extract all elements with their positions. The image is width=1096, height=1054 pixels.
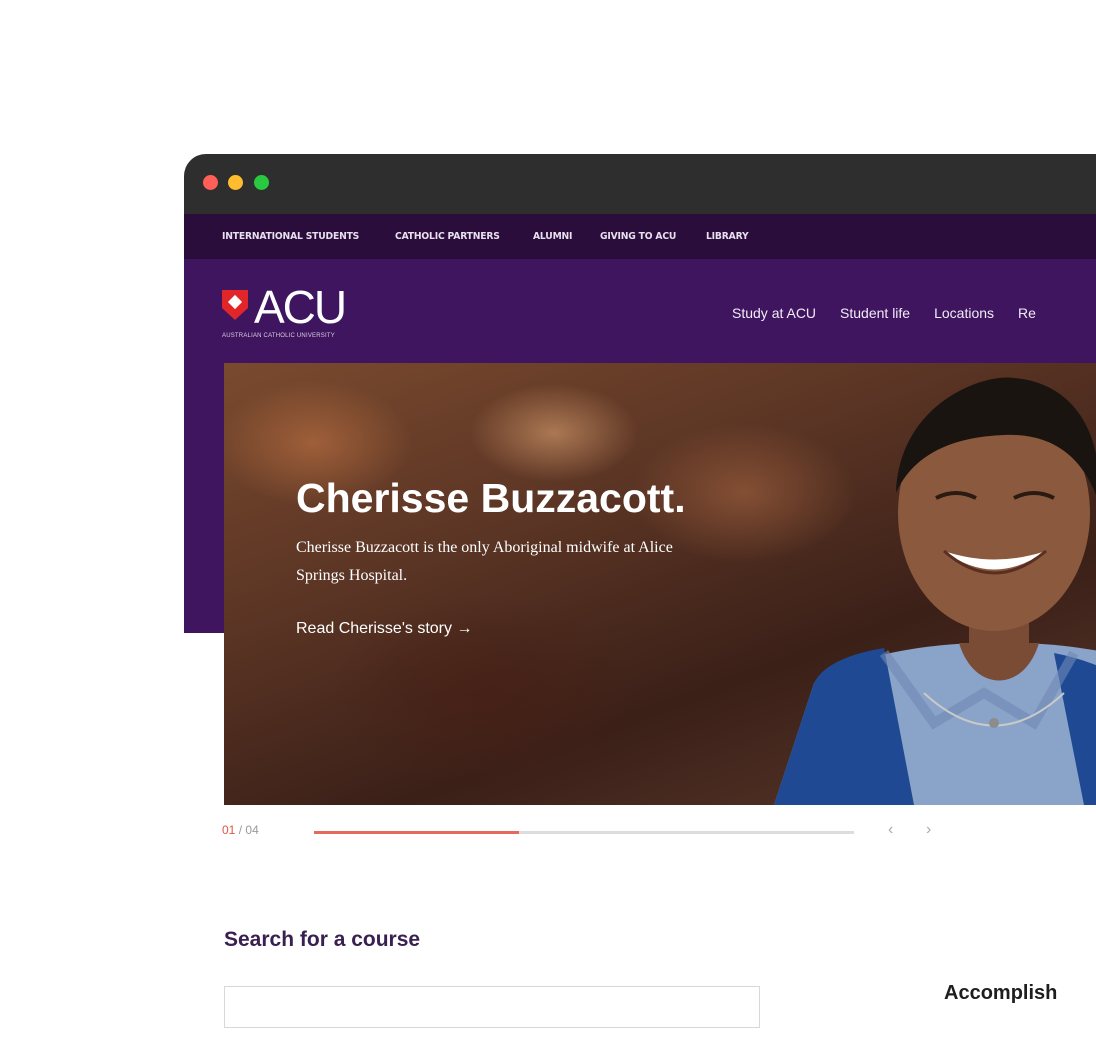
hero-text-block: Cherisse Buzzacott. Cherisse Buzzacott i… <box>296 475 776 638</box>
maximize-window-button[interactable] <box>254 175 269 190</box>
utility-nav: INTERNATIONAL STUDENTS CATHOLIC PARTNERS… <box>184 214 1096 259</box>
main-nav: Study at ACU Student life Locations Re <box>732 305 1060 321</box>
nav-study-at-acu[interactable]: Study at ACU <box>732 305 816 321</box>
main-header: ACU AUSTRALIAN CATHOLIC UNIVERSITY Study… <box>184 259 1096 363</box>
shield-icon <box>222 290 248 320</box>
nav-research[interactable]: Re <box>1018 305 1036 321</box>
chevron-right-icon[interactable]: › <box>926 821 931 839</box>
utility-link-giving[interactable]: GIVING TO ACU <box>600 231 676 242</box>
hero-carousel-slide: Cherisse Buzzacott. Cherisse Buzzacott i… <box>224 363 1096 805</box>
window-titlebar <box>184 154 1096 214</box>
slide-separator: / <box>238 823 243 837</box>
course-search-heading: Search for a course <box>224 928 421 951</box>
utility-link-library[interactable]: LIBRARY <box>706 231 749 242</box>
slide-total: 04 <box>245 823 259 837</box>
utility-link-catholic-partners[interactable]: CATHOLIC PARTNERS <box>395 231 500 242</box>
close-window-button[interactable] <box>203 175 218 190</box>
minimize-window-button[interactable] <box>228 175 243 190</box>
logo-tagline: AUSTRALIAN CATHOLIC UNIVERSITY <box>222 333 335 339</box>
course-search-input[interactable] <box>224 986 760 1028</box>
read-story-link[interactable]: Read Cherisse's story → <box>296 620 472 638</box>
hero-title: Cherisse Buzzacott. <box>296 475 686 521</box>
browser-window: INTERNATIONAL STUDENTS CATHOLIC PARTNERS… <box>184 154 1096 1054</box>
utility-link-international-students[interactable]: INTERNATIONAL STUDENTS <box>222 231 359 242</box>
nav-student-life[interactable]: Student life <box>840 305 910 321</box>
carousel-controls: 01 / 04 ‹ › <box>222 821 1096 845</box>
nav-locations[interactable]: Locations <box>934 305 994 321</box>
logo-wordmark: ACU <box>254 281 347 333</box>
slide-counter: 01 / 04 <box>222 823 259 837</box>
utility-link-alumni[interactable]: ALUMNI <box>533 231 572 242</box>
slide-progress-fill <box>314 831 520 834</box>
accomplish-heading: Accomplish <box>944 982 1058 1004</box>
acu-logo[interactable]: ACU AUSTRALIAN CATHOLIC UNIVERSITY <box>222 281 382 342</box>
chevron-left-icon[interactable]: ‹ <box>888 821 893 839</box>
slide-current: 01 <box>222 823 236 837</box>
slide-progress-track <box>314 831 854 834</box>
hero-description: Cherisse Buzzacott is the only Aborigina… <box>296 539 673 584</box>
